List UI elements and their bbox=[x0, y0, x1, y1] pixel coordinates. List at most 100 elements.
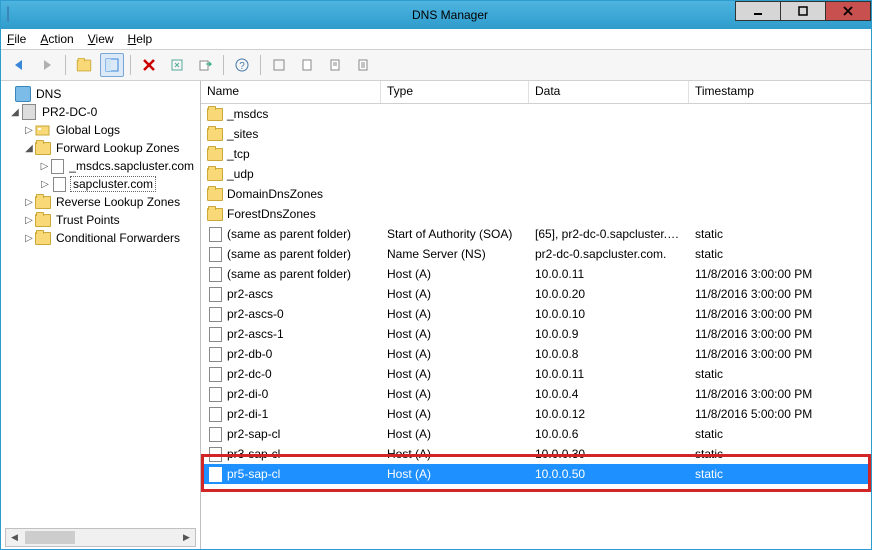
tree-root-label: DNS bbox=[34, 87, 63, 101]
item-name: pr2-di-0 bbox=[227, 387, 268, 401]
maximize-button[interactable] bbox=[780, 1, 826, 21]
item-name: _msdcs bbox=[227, 107, 268, 121]
new-zone-button[interactable] bbox=[323, 53, 347, 77]
item-timestamp: 11/8/2016 3:00:00 PM bbox=[689, 287, 871, 301]
item-type: Start of Authority (SOA) bbox=[381, 227, 529, 241]
zone-icon bbox=[51, 176, 67, 192]
item-data: 10.0.0.9 bbox=[529, 327, 689, 341]
item-name: pr2-dc-0 bbox=[227, 367, 272, 381]
item-timestamp: 11/8/2016 3:00:00 PM bbox=[689, 347, 871, 361]
item-name: _tcp bbox=[227, 147, 250, 161]
record-icon bbox=[207, 306, 223, 322]
list-item[interactable]: (same as parent folder)Name Server (NS)p… bbox=[201, 244, 871, 264]
list-item[interactable]: (same as parent folder)Start of Authorit… bbox=[201, 224, 871, 244]
properties-button[interactable] bbox=[351, 53, 375, 77]
item-type: Host (A) bbox=[381, 347, 529, 361]
list-item[interactable]: _msdcs bbox=[201, 104, 871, 124]
list-item[interactable]: pr2-sap-clHost (A)10.0.0.6static bbox=[201, 424, 871, 444]
list-item[interactable]: pr2-ascs-1Host (A)10.0.0.911/8/2016 3:00… bbox=[201, 324, 871, 344]
item-data: 10.0.0.8 bbox=[529, 347, 689, 361]
scroll-left-icon[interactable]: ◀ bbox=[6, 529, 23, 546]
list-item[interactable]: _sites bbox=[201, 124, 871, 144]
item-name: pr2-ascs bbox=[227, 287, 273, 301]
item-name: pr2-db-0 bbox=[227, 347, 272, 361]
item-data: 10.0.0.30 bbox=[529, 447, 689, 461]
titlebar[interactable]: DNS Manager bbox=[1, 1, 871, 29]
list-item[interactable]: ForestDnsZones bbox=[201, 204, 871, 224]
forward-button[interactable] bbox=[35, 53, 59, 77]
tree-panel[interactable]: DNS ◢ PR2-DC-0 ▷ Global Logs ◢ Forward L… bbox=[1, 81, 201, 549]
list-rows[interactable]: _msdcs _sites _tcp _udp DomainDnsZones Forest… bbox=[201, 104, 871, 549]
folder-icon bbox=[35, 230, 51, 246]
record-icon bbox=[207, 406, 223, 422]
show-tree-button[interactable] bbox=[100, 53, 124, 77]
folder-icon bbox=[207, 126, 223, 142]
tree-item-label: sapcluster.com bbox=[70, 176, 156, 192]
item-type: Host (A) bbox=[381, 447, 529, 461]
refresh-button[interactable] bbox=[165, 53, 189, 77]
close-button[interactable] bbox=[825, 1, 871, 21]
item-timestamp: static bbox=[689, 467, 871, 481]
window-frame: DNS Manager File Action View Help ? bbox=[0, 0, 872, 550]
list-item[interactable]: _udp bbox=[201, 164, 871, 184]
new-window-button[interactable] bbox=[267, 53, 291, 77]
folder-icon bbox=[35, 194, 51, 210]
minimize-button[interactable] bbox=[735, 1, 781, 21]
tree-reverse-zones[interactable]: ▷ Reverse Lookup Zones bbox=[1, 193, 200, 211]
delete-button[interactable] bbox=[137, 53, 161, 77]
item-data: 10.0.0.6 bbox=[529, 427, 689, 441]
item-name: ForestDnsZones bbox=[227, 207, 316, 221]
list-item[interactable]: _tcp bbox=[201, 144, 871, 164]
tree-item-label: Conditional Forwarders bbox=[54, 231, 182, 245]
item-name: _udp bbox=[227, 167, 254, 181]
svg-text:?: ? bbox=[239, 61, 245, 72]
col-name[interactable]: Name bbox=[201, 81, 381, 103]
list-item[interactable]: pr2-di-1Host (A)10.0.0.1211/8/2016 5:00:… bbox=[201, 404, 871, 424]
list-item[interactable]: pr2-dc-0Host (A)10.0.0.11static bbox=[201, 364, 871, 384]
separator bbox=[223, 55, 224, 75]
menu-file[interactable]: File bbox=[7, 32, 26, 46]
tree-zone-msdcs[interactable]: ▷ _msdcs.sapcluster.com bbox=[1, 157, 200, 175]
item-name: pr5-sap-cl bbox=[227, 467, 280, 481]
tree-hscrollbar[interactable]: ◀ ▶ bbox=[5, 528, 196, 547]
col-type[interactable]: Type bbox=[381, 81, 529, 103]
scroll-right-icon[interactable]: ▶ bbox=[178, 529, 195, 546]
menu-view[interactable]: View bbox=[88, 32, 114, 46]
scroll-thumb[interactable] bbox=[25, 531, 75, 544]
folder-icon bbox=[207, 166, 223, 182]
item-type: Host (A) bbox=[381, 467, 529, 481]
tree-zone-sapcluster[interactable]: ▷ sapcluster.com bbox=[1, 175, 200, 193]
list-item[interactable]: pr2-ascsHost (A)10.0.0.2011/8/2016 3:00:… bbox=[201, 284, 871, 304]
back-button[interactable] bbox=[7, 53, 31, 77]
toolbar: ? bbox=[1, 50, 871, 81]
list-item[interactable]: (same as parent folder)Host (A)10.0.0.11… bbox=[201, 264, 871, 284]
list-item[interactable]: pr2-ascs-0Host (A)10.0.0.1011/8/2016 3:0… bbox=[201, 304, 871, 324]
item-type: Host (A) bbox=[381, 407, 529, 421]
tree-server-label: PR2-DC-0 bbox=[40, 105, 99, 119]
col-timestamp[interactable]: Timestamp bbox=[689, 81, 871, 103]
menu-help[interactable]: Help bbox=[128, 32, 153, 46]
new-record-button[interactable] bbox=[295, 53, 319, 77]
up-folder-button[interactable] bbox=[72, 53, 96, 77]
list-item[interactable]: DomainDnsZones bbox=[201, 184, 871, 204]
col-data[interactable]: Data bbox=[529, 81, 689, 103]
tree-forward-zones[interactable]: ◢ Forward Lookup Zones bbox=[1, 139, 200, 157]
export-button[interactable] bbox=[193, 53, 217, 77]
item-timestamp: 11/8/2016 3:00:00 PM bbox=[689, 327, 871, 341]
item-type: Host (A) bbox=[381, 367, 529, 381]
list-item[interactable]: pr5-sap-clHost (A)10.0.0.50static bbox=[201, 464, 871, 484]
tree-root[interactable]: DNS bbox=[1, 85, 200, 103]
content-area: DNS ◢ PR2-DC-0 ▷ Global Logs ◢ Forward L… bbox=[1, 81, 871, 549]
menu-action[interactable]: Action bbox=[40, 32, 73, 46]
tree-global-logs[interactable]: ▷ Global Logs bbox=[1, 121, 200, 139]
tree-conditional-forwarders[interactable]: ▷ Conditional Forwarders bbox=[1, 229, 200, 247]
help-button[interactable]: ? bbox=[230, 53, 254, 77]
list-item[interactable]: pr2-db-0 Host (A)10.0.0.811/8/2016 3:00:0… bbox=[201, 344, 871, 364]
record-icon bbox=[207, 226, 223, 242]
folder-icon bbox=[207, 206, 223, 222]
list-item[interactable]: pr3-sap-clHost (A)10.0.0.30static bbox=[201, 444, 871, 464]
tree-server[interactable]: ◢ PR2-DC-0 bbox=[1, 103, 200, 121]
list-item[interactable]: pr2-di-0Host (A)10.0.0.411/8/2016 3:00:0… bbox=[201, 384, 871, 404]
tree-trust-points[interactable]: ▷ Trust Points bbox=[1, 211, 200, 229]
window-controls bbox=[736, 1, 871, 21]
